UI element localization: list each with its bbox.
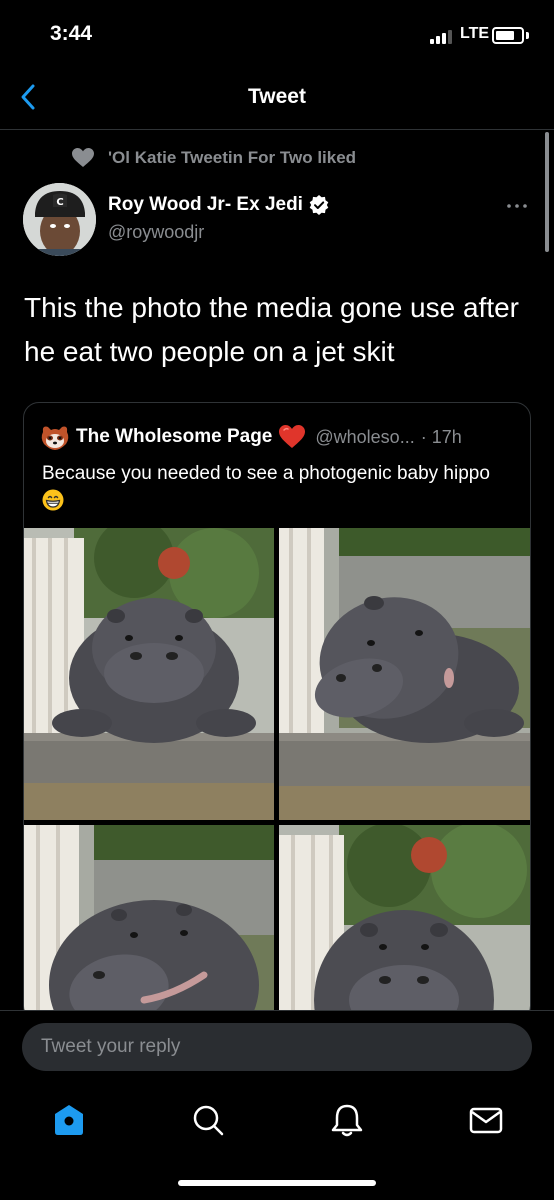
heart-icon [72,148,94,167]
network-label: LTE [460,25,490,42]
author-handle[interactable]: @roywoodjr [108,222,204,243]
quoted-tweet-text: Because you needed to see a photogenic b… [42,460,512,516]
search-icon[interactable] [188,1100,228,1140]
avatar-image: C [23,183,96,256]
nav-bar: Tweet [0,70,554,130]
quoted-author-handle: @wholeso... [315,426,415,447]
more-options-icon[interactable] [505,196,529,216]
red-heart-icon [279,425,306,448]
reply-input[interactable] [22,1023,532,1071]
social-context[interactable]: 'Ol Katie Tweetin For Two liked [72,146,356,170]
photo-grid [24,528,530,1021]
verified-badge-icon [309,195,329,215]
tweet-text: This the photo the media gone use after … [24,292,519,367]
page-title: Tweet [248,85,306,108]
reply-area [0,1010,554,1082]
battery-tip [526,32,529,39]
hippo-photo-4[interactable] [279,825,530,1021]
author-name-text: Roy Wood Jr- Ex Jedi [108,194,303,215]
quoted-tweet-time: · 17h [420,426,462,447]
red-panda-avatar-icon [41,426,69,450]
quoted-tweet-header: The Wholesome Page @wholeso... · 17h [40,423,462,451]
scroll-indicator [545,132,549,252]
hippo-photo-1[interactable] [24,528,274,820]
svg-text:C: C [56,197,63,208]
quoted-tweet-text-content: Because you needed to see a photogenic b… [42,463,490,484]
social-context-text: 'Ol Katie Tweetin For Two liked [108,148,357,167]
bell-icon[interactable] [327,1100,367,1140]
home-indicator [178,1180,376,1186]
quoted-author-name: The Wholesome Page [76,426,273,447]
quoted-tweet-card[interactable]: The Wholesome Page @wholeso... · 17h Bec… [23,402,531,1022]
mail-icon[interactable] [466,1100,506,1140]
avatar[interactable]: C [23,183,96,256]
signal-icon [430,28,454,44]
hippo-photo-3[interactable] [24,825,274,1021]
status-time: 3:44 [50,22,93,45]
status-bar: 3:44 LTE [0,0,554,70]
author-name[interactable]: Roy Wood Jr- Ex Jedi [108,194,329,216]
home-icon[interactable] [49,1100,89,1140]
battery-icon [492,27,524,44]
hippo-photo-2[interactable] [279,528,530,820]
grinning-face-emoji-icon [42,489,64,511]
